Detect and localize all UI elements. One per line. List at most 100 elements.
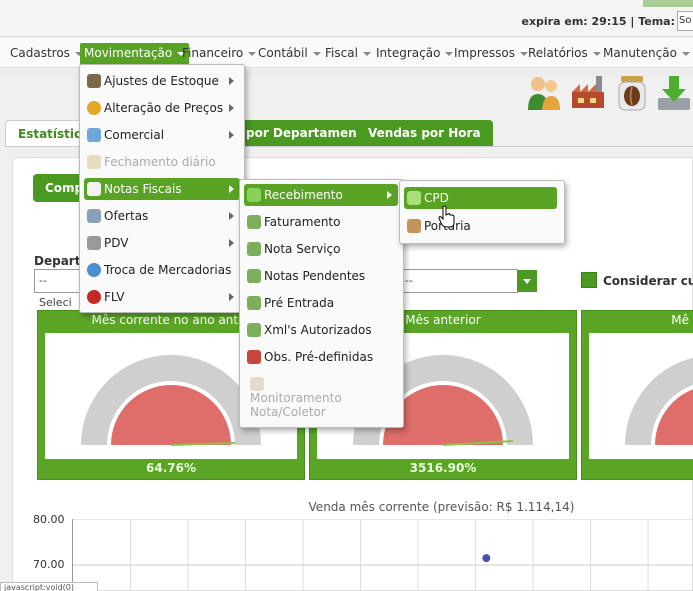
- chart-title: Venda mês corrente (previsão: R$ 1.114,1…: [308, 500, 575, 514]
- menu-item-label: Troca de Mercadorias: [104, 263, 232, 277]
- menu-comercial[interactable]: Comercial: [84, 124, 240, 146]
- chevron-right-icon: [229, 77, 234, 85]
- menu-label: Financeiro: [182, 46, 244, 60]
- offers-icon: [87, 209, 101, 223]
- menu-notas-pendentes[interactable]: Notas Pendentes: [244, 265, 398, 287]
- chevron-right-icon: [229, 185, 234, 193]
- menu-xmls-autorizados[interactable]: Xml's Autorizados: [244, 319, 398, 341]
- consider-cost-checkbox[interactable]: [581, 272, 597, 288]
- menu-contabil[interactable]: Contábil: [254, 43, 325, 65]
- menu-recebimento[interactable]: Recebimento: [244, 184, 398, 206]
- menu-ofertas[interactable]: Ofertas: [84, 205, 240, 227]
- menu-item-label: CPD: [424, 191, 449, 205]
- gauge-body: [589, 333, 693, 459]
- menu-fiscal[interactable]: Fiscal: [321, 43, 375, 65]
- fruit-icon: [87, 290, 101, 304]
- menu-pdv[interactable]: PDV: [84, 232, 240, 254]
- menu-label: Manutenção: [603, 46, 677, 60]
- y-tick-label: 70.00: [33, 558, 65, 571]
- notas-fiscais-menu: Recebimento Faturamento Nota Serviço Not…: [239, 179, 404, 428]
- menu-item-label: Comercial: [104, 128, 165, 142]
- menu-label: Fiscal: [325, 46, 358, 60]
- coffee-jar-icon[interactable]: [612, 72, 652, 112]
- menu-item-label: Notas Pendentes: [264, 269, 366, 283]
- menu-movimentacao[interactable]: Movimentação: [80, 43, 190, 65]
- menu-label: Impressos: [454, 46, 515, 60]
- menu-faturamento[interactable]: Faturamento: [244, 211, 398, 233]
- menu-troca-de-mercadorias[interactable]: Troca de Mercadorias: [84, 259, 240, 281]
- menu-item-label: PDV: [104, 236, 129, 250]
- menu-item-label: Pré Entrada: [264, 296, 335, 310]
- xml-icon: [247, 323, 261, 337]
- menu-impressos[interactable]: Impressos: [450, 43, 532, 65]
- exchange-icon: [87, 263, 101, 277]
- caret-down-icon: [362, 51, 371, 56]
- sales-chart: [72, 519, 693, 591]
- movimentacao-menu: Ajustes de Estoque Alteração de Preços C…: [79, 64, 245, 313]
- menu-item-label: FLV: [104, 290, 125, 304]
- menu-label: Contábil: [258, 46, 308, 60]
- menu-label: Relatórios: [528, 46, 588, 60]
- menu-item-label: Monitoramento: [250, 391, 342, 405]
- menu-item-label: Fechamento diário: [104, 155, 216, 169]
- menu-relatorios[interactable]: Relatórios: [524, 43, 605, 65]
- top-accent-bar: [643, 0, 693, 7]
- menu-pre-entrada[interactable]: Pré Entrada: [244, 292, 398, 314]
- notes-icon: [247, 350, 261, 364]
- chevron-right-icon: [229, 293, 234, 301]
- menu-label: Movimentação: [84, 46, 173, 60]
- gate-icon: [407, 219, 421, 233]
- menu-flv[interactable]: FLV: [84, 286, 240, 308]
- menu-alteracao-de-precos[interactable]: Alteração de Preços: [84, 97, 240, 119]
- menu-portaria[interactable]: Portaria: [404, 215, 557, 237]
- menu-monitoramento[interactable]: Monitoramento Nota/Coletor: [244, 373, 398, 421]
- service-note-icon: [247, 242, 261, 256]
- menu-item-label: Ajustes de Estoque: [104, 74, 219, 88]
- menu-item-label: Obs. Pré-definidas: [264, 350, 374, 364]
- chevron-right-icon: [229, 104, 234, 112]
- pending-notes-icon: [247, 269, 261, 283]
- menu-item-label: Notas Fiscais: [104, 182, 182, 196]
- stock-adjust-icon: [87, 74, 101, 88]
- menu-integracao[interactable]: Integração: [372, 43, 457, 65]
- gauge-value: 3516.90%: [409, 461, 477, 475]
- gauge-value: 64.76%: [146, 461, 196, 475]
- menu-item-label: Recebimento: [264, 188, 343, 202]
- commercial-icon: [87, 128, 101, 142]
- session-expire-text: expira em: 29:15 | Tema:: [521, 15, 675, 28]
- chevron-down-icon[interactable]: [517, 270, 537, 292]
- chevron-right-icon: [229, 239, 234, 247]
- chart-point: [482, 554, 491, 563]
- menu-label: Cadastros: [10, 46, 70, 60]
- menu-item-label: Faturamento: [264, 215, 341, 229]
- menu-cadastros[interactable]: Cadastros: [6, 43, 87, 65]
- chevron-right-icon: [229, 131, 234, 139]
- menu-item-label: Nota Serviço: [264, 242, 341, 256]
- menu-obs-pre-definidas[interactable]: Obs. Pré-definidas: [244, 346, 398, 368]
- menu-nota-servico[interactable]: Nota Serviço: [244, 238, 398, 260]
- menu-notas-fiscais[interactable]: Notas Fiscais: [84, 178, 240, 200]
- secondary-select[interactable]: --: [400, 269, 518, 293]
- menu-ajustes-de-estoque[interactable]: Ajustes de Estoque: [84, 70, 240, 92]
- tab-vendas-por-hora[interactable]: Vendas por Hora: [356, 120, 493, 146]
- status-bar: javascript:void(0): [0, 582, 98, 591]
- pdv-icon: [87, 236, 101, 250]
- menu-item-label: Alteração de Preços: [104, 101, 224, 115]
- price-change-icon: [87, 101, 101, 115]
- receive-icon: [247, 188, 261, 202]
- menu-fechamento-diario[interactable]: Fechamento diário: [84, 151, 240, 173]
- theme-select[interactable]: So: [677, 11, 693, 31]
- factory-icon[interactable]: [568, 72, 608, 112]
- monitor-icon: [250, 377, 264, 391]
- download-icon[interactable]: [654, 72, 693, 112]
- menu-item-label: Xml's Autorizados: [264, 323, 372, 337]
- y-tick-label: 80.00: [33, 513, 65, 526]
- menu-cpd[interactable]: CPD: [404, 187, 557, 209]
- pre-entry-icon: [247, 296, 261, 310]
- users-icon[interactable]: [524, 72, 564, 112]
- menu-manutencao[interactable]: Manutenção: [599, 43, 693, 65]
- gauge-title: Mê: [671, 313, 689, 327]
- gauge-dial: [625, 357, 693, 445]
- menu-financeiro[interactable]: Financeiro: [178, 43, 260, 65]
- department-select[interactable]: -- Seleci: [34, 269, 84, 309]
